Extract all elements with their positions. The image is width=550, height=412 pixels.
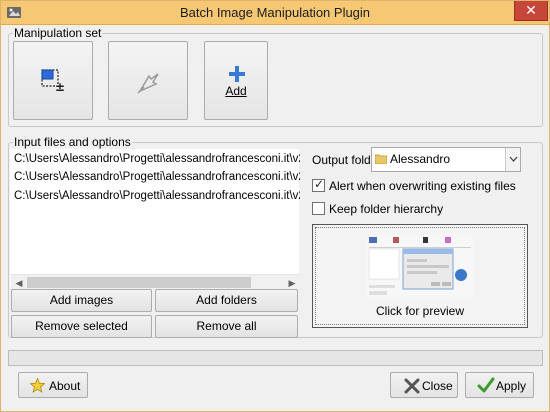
star-icon: [29, 377, 46, 396]
list-item[interactable]: C:\Users\Alessandro\Progetti\alessandrof…: [14, 190, 300, 202]
resize-icon: ±: [39, 67, 69, 100]
preview-area[interactable]: Click for preview: [312, 224, 528, 328]
folder-icon: [374, 153, 388, 165]
manipulation-set-label: Manipulation set: [13, 26, 103, 40]
add-label-text: Add: [225, 84, 247, 98]
checkmark-icon: ✓: [314, 177, 325, 191]
resize-manipulation-button[interactable]: ±: [13, 41, 93, 120]
horizontal-scrollbar[interactable]: ◀ ▶: [11, 274, 300, 290]
svg-text:±: ±: [55, 80, 65, 94]
input-file-list[interactable]: C:\Users\Alessandro\Progetti\alessandrof…: [10, 149, 300, 290]
alert-overwrite-label: Alert when overwriting existing files: [329, 179, 516, 193]
add-images-button[interactable]: Add images: [11, 289, 152, 312]
close-label: Close: [422, 379, 453, 393]
scroll-left-arrow-icon[interactable]: ◀: [12, 277, 26, 289]
about-button[interactable]: About: [18, 372, 88, 398]
add-label: Add: [205, 84, 267, 98]
window-close-button[interactable]: ✕: [514, 1, 548, 21]
apply-button[interactable]: Apply: [465, 372, 534, 398]
pen-manipulation-button[interactable]: [108, 41, 188, 120]
add-folders-button[interactable]: Add folders: [155, 289, 298, 312]
add-manipulation-button[interactable]: Add: [204, 41, 268, 120]
remove-selected-button[interactable]: Remove selected: [11, 315, 152, 338]
pen-tool-icon: [136, 70, 162, 97]
keep-hierarchy-checkbox[interactable]: [312, 202, 325, 215]
alert-overwrite-checkbox[interactable]: ✓: [312, 177, 325, 192]
window-title: Batch Image Manipulation Plugin: [179, 5, 371, 20]
close-button[interactable]: Close: [390, 372, 458, 398]
checkmark-icon: [477, 377, 495, 397]
scroll-right-arrow-icon[interactable]: ▶: [285, 277, 299, 289]
plugin-window: Batch Image Manipulation Plugin ✕ Manipu…: [0, 0, 550, 412]
list-item[interactable]: C:\Users\Alessandro\Progetti\alessandrof…: [14, 153, 300, 165]
about-label: About: [49, 379, 81, 393]
apply-label: Apply: [496, 379, 527, 393]
list-item[interactable]: C:\Users\Alessandro\Progetti\alessandrof…: [14, 171, 300, 183]
chevron-down-icon[interactable]: [505, 148, 520, 171]
remove-all-button[interactable]: Remove all: [155, 315, 298, 338]
title-bar: Batch Image Manipulation Plugin ✕: [1, 1, 549, 25]
keep-hierarchy-label: Keep folder hierarchy: [329, 202, 444, 216]
add-plus-icon: [229, 66, 245, 85]
output-folder-select[interactable]: Alessandro: [371, 147, 521, 172]
scrollbar-thumb[interactable]: [27, 277, 251, 288]
close-x-icon: [404, 378, 420, 397]
input-files-label: Input files and options: [13, 135, 132, 149]
output-folder-value: Alessandro: [390, 152, 451, 166]
preview-thumbnail: [367, 235, 473, 300]
preview-caption: Click for preview: [375, 304, 465, 318]
progress-bar: [8, 350, 543, 366]
